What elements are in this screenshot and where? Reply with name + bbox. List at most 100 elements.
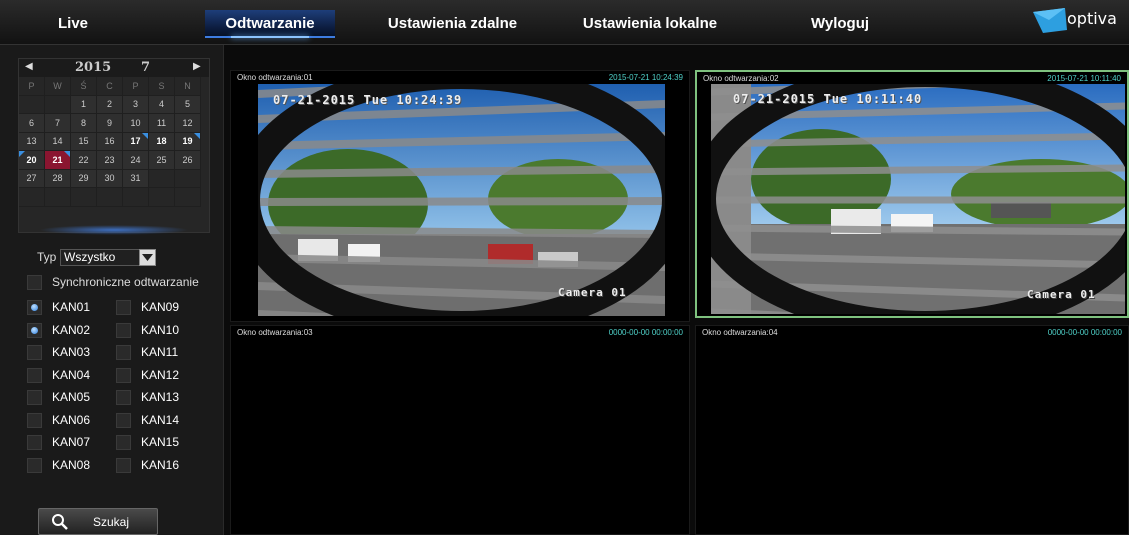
channel-checkbox-kan15[interactable] xyxy=(116,435,131,450)
playback-window-4[interactable]: Okno odtwarzania:04 0000-00-00 00:00:00 xyxy=(695,325,1129,535)
calendar-day[interactable]: 4 xyxy=(149,95,175,114)
calendar-weekday: C xyxy=(97,77,123,96)
calendar-day[interactable]: 1 xyxy=(71,95,97,114)
next-month-icon[interactable]: ▶ xyxy=(193,61,201,72)
calendar-weekday: P xyxy=(19,77,45,96)
optiva-logo: optiva xyxy=(1027,6,1117,34)
calendar-day[interactable]: 18 xyxy=(149,132,175,151)
tab-live[interactable]: Live xyxy=(38,10,108,38)
channel-checkbox-kan02[interactable] xyxy=(27,322,42,338)
type-label: Typ xyxy=(37,250,57,264)
calendar-day[interactable]: 31 xyxy=(123,169,149,188)
search-label: Szukaj xyxy=(93,515,130,529)
calendar-day[interactable]: 5 xyxy=(175,95,201,114)
calendar-day[interactable]: 21 xyxy=(45,151,71,170)
calendar-day[interactable]: 15 xyxy=(71,132,97,151)
calendar-empty-cell xyxy=(123,188,149,207)
channel-label: KAN11 xyxy=(141,345,179,359)
calendar-grid: P W Ś C P S N 1 2 3 4 5 6 7 8 9 10 11 12 13 14 15 16 17 18 19 20 21… xyxy=(19,77,201,207)
channel-label: KAN06 xyxy=(52,412,91,427)
calendar-day[interactable]: 7 xyxy=(45,114,71,133)
calendar-day[interactable]: 22 xyxy=(71,151,97,170)
calendar-empty-cell xyxy=(45,188,71,207)
calendar-day[interactable]: 9 xyxy=(97,114,123,133)
prev-month-icon[interactable]: ◀ xyxy=(25,61,33,72)
channel-checkbox-kan01[interactable] xyxy=(27,300,42,315)
search-icon xyxy=(52,514,68,530)
calendar-day[interactable]: 10 xyxy=(123,114,149,133)
channel-label: KAN15 xyxy=(141,435,180,449)
channel-label: KAN12 xyxy=(141,367,180,382)
calendar-empty-cell xyxy=(149,169,175,188)
channel-label: KAN13 xyxy=(141,390,180,404)
calendar-day[interactable]: 24 xyxy=(123,151,149,170)
calendar-day[interactable]: 27 xyxy=(19,169,45,188)
channel-label: KAN03 xyxy=(52,345,91,359)
calendar-day[interactable]: 19 xyxy=(175,132,201,151)
calendar-empty-cell xyxy=(175,169,201,188)
playback-window-3[interactable]: Okno odtwarzania:03 0000-00-00 00:00:00 xyxy=(230,325,690,535)
calendar-day[interactable]: 2 xyxy=(97,95,123,114)
calendar-year: 2015 xyxy=(75,60,112,75)
tab-playback[interactable]: Odtwarzanie xyxy=(205,10,335,38)
calendar-day[interactable]: 3 xyxy=(123,95,149,114)
calendar-day[interactable]: 23 xyxy=(97,151,123,170)
calendar-glow xyxy=(39,225,189,235)
pane-title: Okno odtwarzania:01 xyxy=(237,73,313,82)
calendar-day[interactable]: 29 xyxy=(71,169,97,188)
tab-logout[interactable]: Wyloguj xyxy=(795,10,885,38)
calendar-day[interactable]: 26 xyxy=(175,151,201,170)
calendar-day[interactable]: 28 xyxy=(45,169,71,188)
calendar-day[interactable]: 25 xyxy=(149,151,175,170)
channel-checkbox-kan06[interactable] xyxy=(27,412,42,428)
calendar-day[interactable]: 12 xyxy=(175,114,201,133)
channel-checkbox-kan04[interactable] xyxy=(27,367,42,383)
channel-checkbox-kan16[interactable] xyxy=(116,457,131,473)
type-select[interactable]: Wszystko xyxy=(60,249,156,266)
calendar-day[interactable]: 6 xyxy=(19,114,45,133)
pane-time: 0000-00-00 00:00:00 xyxy=(1047,328,1122,337)
camera-view-image xyxy=(258,84,665,316)
calendar-day[interactable]: 16 xyxy=(97,132,123,151)
calendar-day[interactable]: 13 xyxy=(19,132,45,151)
channel-checkbox-kan11[interactable] xyxy=(116,345,131,360)
osd-camera: Camera 01 xyxy=(558,286,627,299)
sync-playback-checkbox[interactable] xyxy=(27,275,42,290)
tab-local-settings[interactable]: Ustawienia lokalne xyxy=(570,10,730,38)
calendar-weekday: W xyxy=(45,77,71,96)
playback-window-2[interactable]: Okno odtwarzania:02 2015-07-21 10:11:40 xyxy=(695,70,1129,318)
channel-checkbox-kan10[interactable] xyxy=(116,322,131,338)
channel-checkbox-kan05[interactable] xyxy=(27,390,42,405)
calendar-empty-cell xyxy=(149,188,175,207)
tab-remote-settings[interactable]: Ustawienia zdalne xyxy=(370,10,535,38)
calendar-empty-cell xyxy=(19,95,45,114)
chevron-down-icon[interactable] xyxy=(139,249,156,266)
calendar-day[interactable]: 11 xyxy=(149,114,175,133)
pane-title: Okno odtwarzania:02 xyxy=(703,74,779,83)
channel-label: KAN08 xyxy=(52,457,91,472)
sidebar: ◀ 2015 7 ▶ P W Ś C P S N 1 2 3 4 5 6 7 8 9 10 11 12 13 14 15 1… xyxy=(0,45,224,535)
channel-checkbox-kan09[interactable] xyxy=(116,300,131,315)
channel-checkbox-kan07[interactable] xyxy=(27,435,42,450)
pane-time: 2015-07-21 10:11:40 xyxy=(1047,74,1121,83)
pane-title: Okno odtwarzania:03 xyxy=(237,328,313,337)
calendar-day[interactable]: 14 xyxy=(45,132,71,151)
channel-checkbox-kan14[interactable] xyxy=(116,412,131,428)
pane-time: 0000-00-00 00:00:00 xyxy=(608,328,683,337)
calendar-day[interactable]: 8 xyxy=(71,114,97,133)
calendar-day[interactable]: 30 xyxy=(97,169,123,188)
channel-checkbox-kan08[interactable] xyxy=(27,457,42,473)
channel-checkbox-kan13[interactable] xyxy=(116,390,131,405)
channel-checkbox-kan12[interactable] xyxy=(116,367,131,383)
channel-label: KAN09 xyxy=(141,300,180,314)
osd-date: 07-21-2015 Tue 10:11:40 xyxy=(733,92,923,106)
search-button[interactable]: Szukaj xyxy=(38,508,158,535)
calendar-day[interactable]: 17 xyxy=(123,132,149,151)
logo-text: optiva xyxy=(1067,9,1117,28)
camera-view-image xyxy=(711,84,1125,314)
video-frame: 07-21-2015 Tue 10:24:39 Camera 01 xyxy=(258,84,665,316)
playback-window-1[interactable]: Okno odtwarzania:01 2015-07-21 10:24:39 xyxy=(230,70,690,322)
channel-checkbox-kan03[interactable] xyxy=(27,345,42,360)
calendar-day[interactable]: 20 xyxy=(19,151,45,170)
calendar-weekday: P xyxy=(123,77,149,96)
